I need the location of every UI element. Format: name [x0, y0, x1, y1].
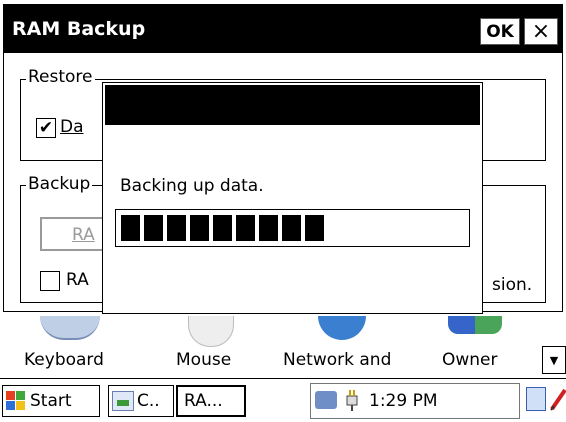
close-button[interactable]: ×: [524, 18, 558, 45]
windows-flag-icon: [6, 391, 26, 411]
progress-segment: [213, 215, 232, 241]
control-panel-item-keyboard[interactable]: Keyboard: [24, 350, 104, 370]
clock[interactable]: 1:29 PM: [369, 391, 438, 411]
network-icon: [318, 316, 366, 340]
backup-checkbox-label: RA: [66, 270, 89, 290]
dialog-title-bar: [105, 85, 480, 125]
progress-segment: [121, 215, 140, 241]
progress-dialog: Backing up data.: [102, 82, 483, 314]
title-bar: RAM Backup OK ×: [4, 5, 562, 53]
owner-icon: [448, 316, 502, 334]
window-title: RAM Backup: [12, 18, 146, 40]
scroll-down-button[interactable]: ▼: [542, 346, 566, 374]
progress-segment: [259, 215, 278, 241]
restore-group-label: Restore: [26, 67, 95, 87]
progress-segment: [190, 215, 209, 241]
dialog-message: Backing up data.: [120, 176, 264, 196]
keyboard-icon: [40, 316, 100, 340]
start-label: Start: [30, 391, 72, 411]
restore-checkbox[interactable]: ✔: [36, 118, 56, 138]
progress-bar: [115, 209, 470, 247]
backup-checkbox[interactable]: [40, 271, 60, 291]
network-tray-icon[interactable]: [315, 391, 337, 409]
taskbar: Start C.. RA... 1:29 PM: [0, 378, 566, 422]
progress-segment: [236, 215, 255, 241]
control-panel-icon: [112, 391, 134, 411]
chevron-down-icon: ▼: [549, 353, 559, 367]
ok-button[interactable]: OK: [480, 18, 520, 45]
task-label-ram-backup: RA...: [184, 391, 223, 411]
desktop-icon[interactable]: [526, 387, 546, 411]
progress-segment: [305, 215, 324, 241]
system-tray: 1:29 PM: [310, 383, 520, 419]
start-button[interactable]: Start: [2, 385, 100, 417]
taskbar-task-ram-backup[interactable]: RA...: [176, 385, 246, 417]
power-plug-icon[interactable]: [343, 388, 361, 412]
ram-backup-button-label: RA: [72, 225, 95, 245]
progress-segment: [282, 215, 301, 241]
mouse-icon: [188, 316, 234, 347]
restore-checkbox-label: Da: [60, 117, 84, 137]
pen-icon[interactable]: [550, 387, 566, 411]
control-panel-item-mouse[interactable]: Mouse: [176, 350, 231, 370]
backup-trailing-text: sion.: [492, 275, 533, 295]
progress-segment: [144, 215, 163, 241]
backup-group-label: Backup: [26, 174, 93, 194]
control-panel-item-owner[interactable]: Owner: [442, 350, 498, 370]
progress-segment: [167, 215, 186, 241]
taskbar-task-control-panel[interactable]: C..: [108, 385, 174, 417]
control-panel-item-network[interactable]: Network and: [283, 350, 391, 370]
task-label-control-panel: C..: [137, 391, 160, 411]
